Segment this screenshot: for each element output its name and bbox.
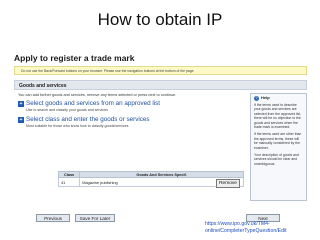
- plus-icon: +: [18, 101, 24, 107]
- option-select-class-description: Most suitable for those who know how to …: [26, 124, 129, 128]
- help-paragraph: If the terms used to describe your goods…: [254, 103, 302, 130]
- form-heading: Apply to register a trade mark: [14, 53, 135, 63]
- cell-class: 41: [57, 177, 81, 187]
- option-approved-list-description: Use to search and classify your goods an…: [26, 108, 108, 112]
- help-paragraph: Your description of goods and services s…: [254, 153, 299, 166]
- option-approved-list[interactable]: + Select goods and services from an appr…: [18, 100, 208, 112]
- option-approved-list-link[interactable]: Select goods and services from an approv…: [26, 100, 160, 107]
- save-for-later-button[interactable]: Save For Later: [75, 214, 115, 222]
- help-title: Help: [261, 95, 270, 101]
- navigation-warning-bar: Do not use the Back/Forward buttons on y…: [14, 66, 307, 75]
- source-url-line-2: online/CompleterTypeQuestion/Edit: [205, 227, 287, 234]
- option-select-class-link[interactable]: Select class and enter the goods or serv…: [26, 116, 150, 123]
- remove-button[interactable]: Remove: [216, 179, 240, 188]
- source-url-line-1: https://www.ipo.gov.uk/TM4-: [205, 221, 270, 227]
- help-panel: ? Help If the terms used to describe you…: [250, 93, 307, 201]
- option-select-class[interactable]: + Select class and enter the goods or se…: [18, 116, 208, 128]
- source-url-link[interactable]: https://www.ipo.gov.uk/TM4- online/Compl…: [205, 221, 287, 234]
- plus-icon: +: [18, 117, 24, 123]
- help-icon: ?: [254, 96, 259, 101]
- section-header-goods-services: Goods and services: [14, 80, 307, 90]
- help-paragraph: If the terms used are other than the app…: [254, 132, 302, 150]
- slide-title: How to obtain IP: [97, 10, 223, 29]
- previous-button[interactable]: Previous: [36, 214, 70, 222]
